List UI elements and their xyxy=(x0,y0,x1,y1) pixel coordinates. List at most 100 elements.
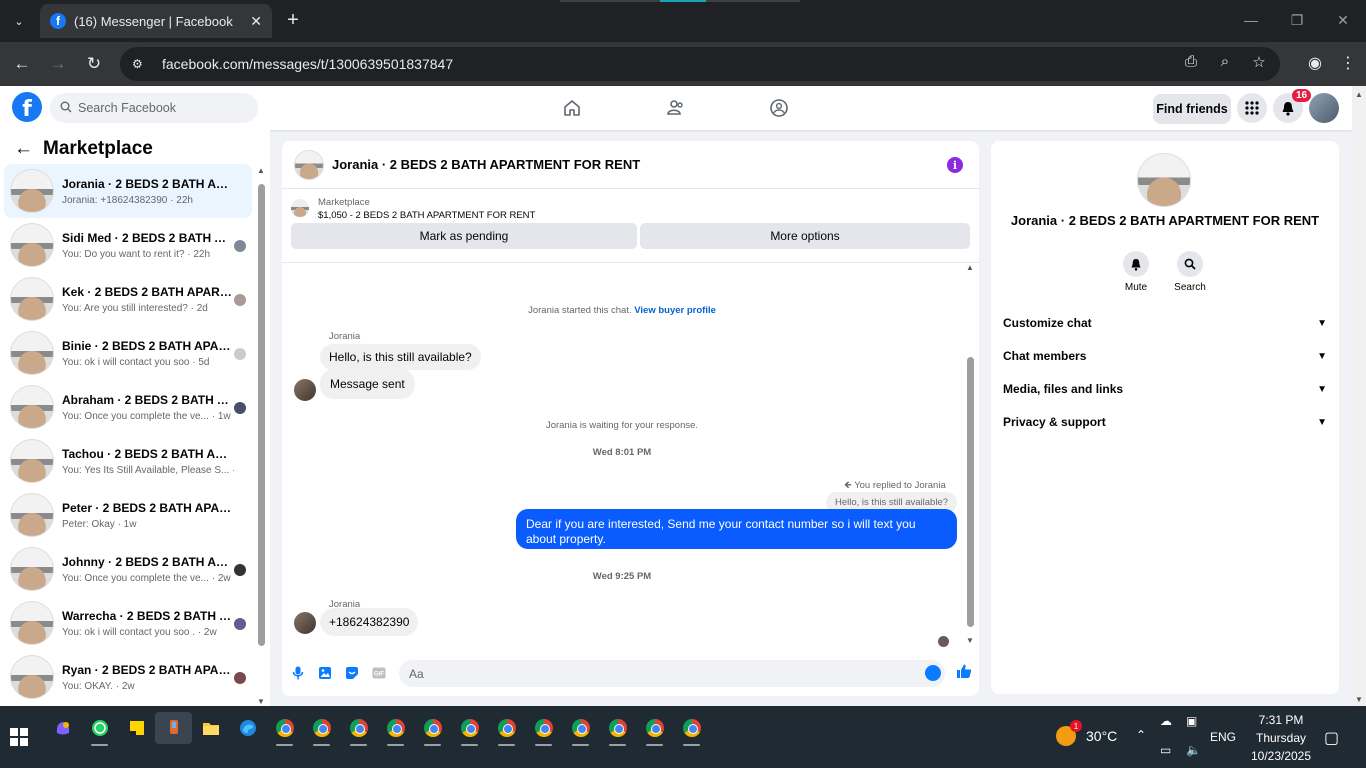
scroll-thumb[interactable] xyxy=(967,357,974,627)
site-info-icon[interactable]: ⚙ xyxy=(132,57,150,71)
gif-icon[interactable]: GIF xyxy=(365,667,392,679)
chrome-icon[interactable] xyxy=(562,712,599,746)
scroll-up-arrow-icon[interactable]: ▲ xyxy=(966,263,974,272)
edge-icon[interactable] xyxy=(229,712,266,744)
listing-title[interactable]: $1,050 - 2 BEDS 2 BATH APARTMENT FOR REN… xyxy=(318,210,535,221)
friends-icon[interactable] xyxy=(664,96,688,120)
home-icon[interactable] xyxy=(560,96,584,120)
chat-members-section[interactable]: Chat members ▼ xyxy=(1003,344,1333,368)
page-scrollbar[interactable]: ▲ ▼ xyxy=(1352,86,1366,706)
search-chat-button[interactable]: Search xyxy=(1165,251,1215,293)
conversation-item[interactable]: Johnny · 2 BEDS 2 BATH APA... You: Once y… xyxy=(4,542,252,596)
microphone-icon[interactable] xyxy=(284,666,311,680)
mute-button[interactable]: Mute xyxy=(1111,251,1161,293)
conversation-item[interactable]: Kek · 2 BEDS 2 BATH APART... You: Are you… xyxy=(4,272,252,326)
view-buyer-profile-link[interactable]: View buyer profile xyxy=(634,305,716,316)
scroll-down-arrow-icon[interactable]: ▼ xyxy=(257,697,265,706)
mark-as-pending-button[interactable]: Mark as pending xyxy=(291,223,637,249)
incoming-message[interactable]: +18624382390 xyxy=(320,608,419,636)
new-tab-button[interactable]: + xyxy=(282,9,304,32)
find-friends-button[interactable]: Find friends xyxy=(1153,94,1231,124)
sticker-icon[interactable] xyxy=(338,666,365,680)
sender-avatar[interactable] xyxy=(294,612,316,634)
scroll-down-arrow-icon[interactable]: ▼ xyxy=(966,636,974,645)
restore-icon[interactable]: ❐ xyxy=(1274,0,1320,40)
copilot-icon[interactable] xyxy=(44,712,81,744)
chrome-icon[interactable] xyxy=(266,712,303,746)
chrome-icon[interactable] xyxy=(525,712,562,746)
forward-icon[interactable]: → xyxy=(46,52,70,76)
file-explorer-icon[interactable] xyxy=(192,712,229,744)
clock[interactable]: 7:31 PM Thursday 10/23/2025 xyxy=(1236,711,1326,765)
outgoing-message[interactable]: Dear if you are interested, Send me your… xyxy=(516,509,957,549)
media-files-links-section[interactable]: Media, files and links ▼ xyxy=(1003,377,1333,401)
notification-center-icon[interactable]: ▢ xyxy=(1324,728,1339,748)
back-arrow-icon[interactable]: ← xyxy=(14,138,33,160)
profile-icon[interactable]: ◉ xyxy=(1308,53,1322,73)
photo-icon[interactable] xyxy=(311,666,338,680)
tab-search-button[interactable]: ⌄ xyxy=(8,10,30,32)
chrome-icon[interactable] xyxy=(303,712,340,746)
menu-grid-icon[interactable] xyxy=(1237,93,1267,123)
menu-dots-icon[interactable]: ⋮ xyxy=(1340,53,1356,73)
chrome-icon[interactable] xyxy=(599,712,636,746)
chrome-icon[interactable] xyxy=(636,712,673,746)
conversation-item[interactable]: Peter · 2 BEDS 2 BATH APARTM... Peter: Ok… xyxy=(4,488,252,542)
minimize-icon[interactable]: — xyxy=(1228,0,1274,40)
camera-icon[interactable]: ▣ xyxy=(1186,714,1197,728)
chat-profile-avatar[interactable] xyxy=(1137,153,1191,207)
sender-avatar[interactable] xyxy=(294,379,316,401)
customize-chat-section[interactable]: Customize chat ▼ xyxy=(1003,311,1333,335)
chrome-icon[interactable] xyxy=(488,712,525,746)
sticky-notes-icon[interactable] xyxy=(118,712,155,744)
privacy-support-section[interactable]: Privacy & support ▼ xyxy=(1003,410,1333,434)
conversation-item[interactable]: Ryan · 2 BEDS 2 BATH APART... You: OKAY. … xyxy=(4,650,252,704)
groups-icon[interactable] xyxy=(767,96,791,120)
chat-title[interactable]: Jorania · 2 BEDS 2 BATH APARTMENT FOR RE… xyxy=(332,157,640,172)
facebook-logo-icon[interactable]: f xyxy=(12,92,42,122)
search-facebook-input[interactable]: Search Facebook xyxy=(50,93,258,123)
message-input[interactable]: Aa xyxy=(399,660,945,687)
app-icon-active[interactable] xyxy=(155,712,192,744)
chrome-icon[interactable] xyxy=(340,712,377,746)
conversation-item[interactable]: Jorania · 2 BEDS 2 BATH APART... Jorania:… xyxy=(4,164,252,218)
close-window-icon[interactable]: ✕ xyxy=(1320,0,1366,40)
chevron-up-icon[interactable]: ⌃ xyxy=(1136,728,1146,742)
windows-start-icon[interactable] xyxy=(10,728,28,749)
chrome-icon[interactable] xyxy=(414,712,451,746)
thumbs-up-icon[interactable] xyxy=(956,663,972,682)
install-app-icon[interactable]: ⎙ xyxy=(1180,53,1202,71)
emoji-icon[interactable] xyxy=(925,665,941,681)
incoming-message[interactable]: Message sent xyxy=(320,369,415,399)
conversation-item[interactable]: Abraham · 2 BEDS 2 BATH AP... You: Once y… xyxy=(4,380,252,434)
language-indicator[interactable]: ENG xyxy=(1210,730,1236,744)
conversation-item[interactable]: Binie · 2 BEDS 2 BATH APART... You: ok i … xyxy=(4,326,252,380)
volume-icon[interactable]: 🔈 xyxy=(1186,743,1201,757)
browser-tab-active[interactable]: f (16) Messenger | Facebook ✕ xyxy=(40,4,272,38)
conversation-item[interactable]: Tachou · 2 BEDS 2 BATH APART... You: Yes … xyxy=(4,434,252,488)
chrome-icon[interactable] xyxy=(673,712,710,746)
back-icon[interactable]: ← xyxy=(10,52,34,76)
more-options-button[interactable]: More options xyxy=(640,223,970,249)
chat-avatar[interactable] xyxy=(294,149,324,180)
address-bar[interactable]: ⚙ facebook.com/messages/t/13006395018378… xyxy=(120,47,1280,81)
reload-icon[interactable]: ↻ xyxy=(82,52,106,76)
zoom-icon[interactable]: ⌕ xyxy=(1214,53,1236,71)
scroll-thumb[interactable] xyxy=(258,184,265,646)
network-icon[interactable]: ▭ xyxy=(1160,743,1171,757)
scroll-up-arrow-icon[interactable]: ▲ xyxy=(257,166,265,175)
chat-scrollbar[interactable]: ▲ ▼ xyxy=(966,263,976,645)
conversation-item[interactable]: Sidi Med · 2 BEDS 2 BATH AP... You: Do yo… xyxy=(4,218,252,272)
cloud-off-icon[interactable]: ☁ xyxy=(1160,714,1172,728)
close-tab-icon[interactable]: ✕ xyxy=(250,13,262,30)
chrome-icon[interactable] xyxy=(377,712,414,746)
chrome-icon[interactable] xyxy=(451,712,488,746)
incoming-message[interactable]: Hello, is this still available? xyxy=(320,344,481,370)
info-icon[interactable]: i xyxy=(947,157,963,173)
account-avatar[interactable] xyxy=(1309,93,1339,123)
whatsapp-icon[interactable] xyxy=(81,712,118,746)
weather-widget[interactable]: 1 30°C xyxy=(1056,720,1117,746)
conversation-item[interactable]: Warrecha · 2 BEDS 2 BATH A... You: ok i w… xyxy=(4,596,252,650)
conversation-list-scrollbar[interactable]: ▲ ▼ xyxy=(256,166,266,706)
bookmark-star-icon[interactable]: ☆ xyxy=(1248,53,1270,71)
